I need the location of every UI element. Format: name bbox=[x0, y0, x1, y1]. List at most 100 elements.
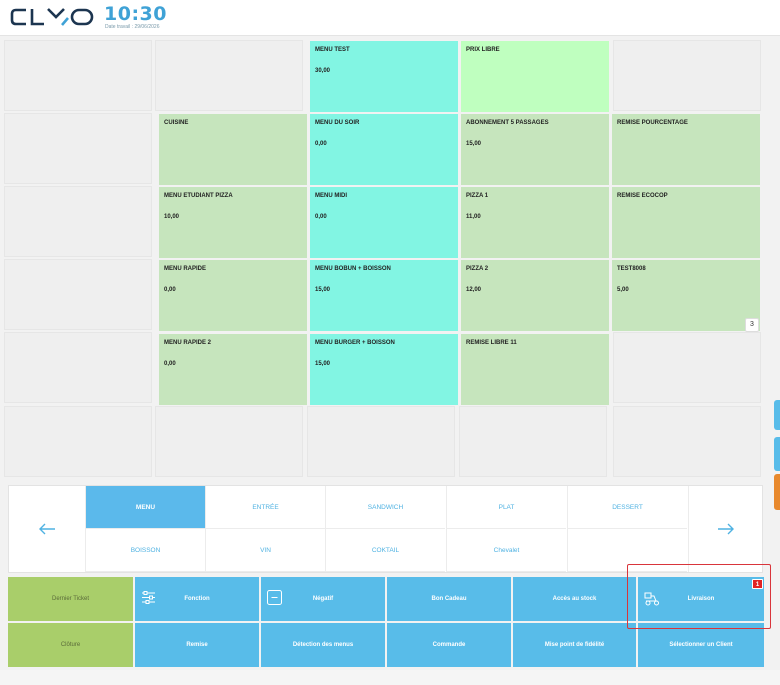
negative-button[interactable]: Négatif bbox=[261, 577, 385, 621]
product-name: MENU RAPIDE bbox=[164, 266, 207, 272]
product-price: 0,00 bbox=[164, 361, 176, 367]
product-name: MENU BURGER + BOISSON bbox=[315, 340, 395, 346]
product-price: 11,00 bbox=[466, 214, 481, 220]
product-price: 5,00 bbox=[617, 287, 629, 293]
product-tile[interactable]: REMISE LIBRE 11 bbox=[461, 334, 609, 405]
product-tile[interactable]: MENU TEST 30,00 bbox=[310, 41, 458, 112]
product-name: MENU BOBUN + BOISSON bbox=[315, 266, 391, 272]
menu-detection-button[interactable]: Détection des menus bbox=[261, 623, 385, 667]
empty-cell bbox=[4, 113, 152, 184]
category-tab[interactable]: BOISSON bbox=[85, 529, 205, 572]
minus-box-icon bbox=[267, 590, 282, 607]
empty-cell bbox=[613, 406, 761, 477]
empty-cell bbox=[155, 40, 303, 111]
empty-cell bbox=[4, 332, 152, 403]
delivery-button[interactable]: Livraison 1 bbox=[638, 577, 764, 621]
category-tab[interactable]: Chevalet bbox=[446, 529, 566, 572]
side-tab[interactable] bbox=[774, 400, 780, 430]
product-name: MENU DU SOIR bbox=[315, 120, 360, 126]
product-name: PIZZA 2 bbox=[466, 266, 489, 272]
empty-cell bbox=[459, 406, 607, 477]
product-price: 0,00 bbox=[164, 287, 176, 293]
negative-label: Négatif bbox=[312, 596, 334, 602]
arrow-right-icon bbox=[718, 523, 734, 535]
category-tab[interactable]: ENTRÉE bbox=[205, 486, 325, 529]
empty-cell bbox=[155, 406, 303, 477]
category-tab[interactable]: COKTAIL bbox=[325, 529, 445, 572]
product-tile[interactable]: MENU BOBUN + BOISSON 15,00 bbox=[310, 260, 458, 331]
empty-cell bbox=[4, 406, 152, 477]
product-name: PIZZA 1 bbox=[466, 193, 489, 199]
app-header: 10:30 Date travail : 29/06/2026 bbox=[0, 0, 780, 36]
product-tile[interactable]: TEST8008 5,00 bbox=[612, 260, 760, 331]
product-name: TEST8008 bbox=[617, 266, 646, 272]
delivery-scooter-icon bbox=[644, 591, 660, 609]
category-next-button[interactable] bbox=[688, 486, 763, 572]
product-price: 12,00 bbox=[466, 287, 482, 293]
product-tile[interactable]: PIZZA 2 12,00 bbox=[461, 260, 609, 331]
function-button[interactable]: Fonction bbox=[135, 577, 259, 621]
select-client-button[interactable]: Sélectionner un Client bbox=[638, 623, 764, 667]
product-tile[interactable]: REMISE ECOCOP bbox=[612, 187, 760, 258]
product-name: CUISINE bbox=[164, 120, 189, 126]
product-name: MENU RAPIDE 2 bbox=[164, 340, 212, 346]
product-grid: MENU TEST 30,00 PRIX LIBRE CUISINE MENU … bbox=[4, 40, 780, 478]
product-name: PRIX LIBRE bbox=[466, 47, 500, 53]
product-name: REMISE POURCENTAGE bbox=[617, 120, 688, 126]
notification-badge: 1 bbox=[752, 579, 763, 589]
product-tile[interactable]: PIZZA 1 11,00 bbox=[461, 187, 609, 258]
product-tile[interactable]: MENU BURGER + BOISSON 15,00 bbox=[310, 334, 458, 405]
empty-cell bbox=[613, 332, 761, 403]
product-price: 0,00 bbox=[315, 214, 327, 220]
loyalty-points-button[interactable]: Mise point de fidélité bbox=[513, 623, 636, 667]
work-date: Date travail : 29/06/2026 bbox=[105, 24, 160, 30]
arrow-left-icon bbox=[38, 523, 55, 535]
empty-cell bbox=[307, 406, 455, 477]
product-name: REMISE LIBRE 11 bbox=[466, 340, 517, 346]
product-name: MENU ETUDIANT PIZZA bbox=[164, 193, 233, 199]
product-price: 15,00 bbox=[315, 287, 331, 293]
product-price: 10,00 bbox=[164, 214, 180, 220]
empty-cell bbox=[613, 40, 761, 111]
grid-page-badge[interactable]: 3 bbox=[745, 318, 759, 332]
product-tile[interactable]: MENU RAPIDE 2 0,00 bbox=[159, 334, 307, 405]
side-tab[interactable] bbox=[774, 437, 780, 471]
product-tile[interactable]: REMISE POURCENTAGE bbox=[612, 114, 760, 185]
category-prev-button[interactable] bbox=[9, 486, 84, 572]
clock-time: 10:30 bbox=[104, 3, 167, 25]
product-price: 30,00 bbox=[315, 68, 331, 74]
discount-button[interactable]: Remise bbox=[135, 623, 259, 667]
product-tile[interactable]: PRIX LIBRE bbox=[461, 41, 609, 112]
product-price: 0,00 bbox=[315, 141, 327, 147]
category-tab[interactable]: VIN bbox=[205, 529, 325, 572]
category-bar: MENU ENTRÉE SANDWICH PLAT DESSERT BOISSO… bbox=[8, 485, 763, 573]
clyo-logo bbox=[10, 6, 96, 33]
product-price: 15,00 bbox=[466, 141, 482, 147]
closing-button[interactable]: Clôture bbox=[8, 623, 133, 667]
category-empty bbox=[567, 529, 687, 572]
product-tile[interactable]: ABONNEMENT 5 PASSAGES 15,00 bbox=[461, 114, 609, 185]
empty-cell bbox=[4, 186, 152, 257]
product-tile[interactable]: MENU RAPIDE 0,00 bbox=[159, 260, 307, 331]
category-tab[interactable]: PLAT bbox=[446, 486, 566, 529]
product-name: MENU MIDI bbox=[315, 193, 347, 199]
product-tile[interactable]: MENU ETUDIANT PIZZA 10,00 bbox=[159, 187, 307, 258]
empty-cell bbox=[4, 259, 152, 330]
side-tab[interactable] bbox=[774, 474, 780, 510]
product-name: ABONNEMENT 5 PASSAGES bbox=[466, 120, 549, 126]
product-name: REMISE ECOCOP bbox=[617, 193, 668, 199]
stock-access-button[interactable]: Accès au stock bbox=[513, 577, 636, 621]
product-name: MENU TEST bbox=[315, 47, 350, 53]
category-tab[interactable]: MENU bbox=[85, 486, 205, 529]
product-tile[interactable]: MENU DU SOIR 0,00 bbox=[310, 114, 458, 185]
order-button[interactable]: Commande bbox=[387, 623, 511, 667]
last-ticket-button[interactable]: Dernier Ticket bbox=[8, 577, 133, 621]
gift-voucher-button[interactable]: Bon Cadeau bbox=[387, 577, 511, 621]
bottom-strip bbox=[0, 670, 780, 685]
product-tile[interactable]: CUISINE bbox=[159, 114, 307, 185]
category-tab[interactable]: SANDWICH bbox=[325, 486, 445, 529]
sliders-icon bbox=[141, 590, 156, 607]
empty-cell bbox=[4, 40, 152, 111]
product-tile[interactable]: MENU MIDI 0,00 bbox=[310, 187, 458, 258]
category-tab[interactable]: DESSERT bbox=[567, 486, 687, 529]
